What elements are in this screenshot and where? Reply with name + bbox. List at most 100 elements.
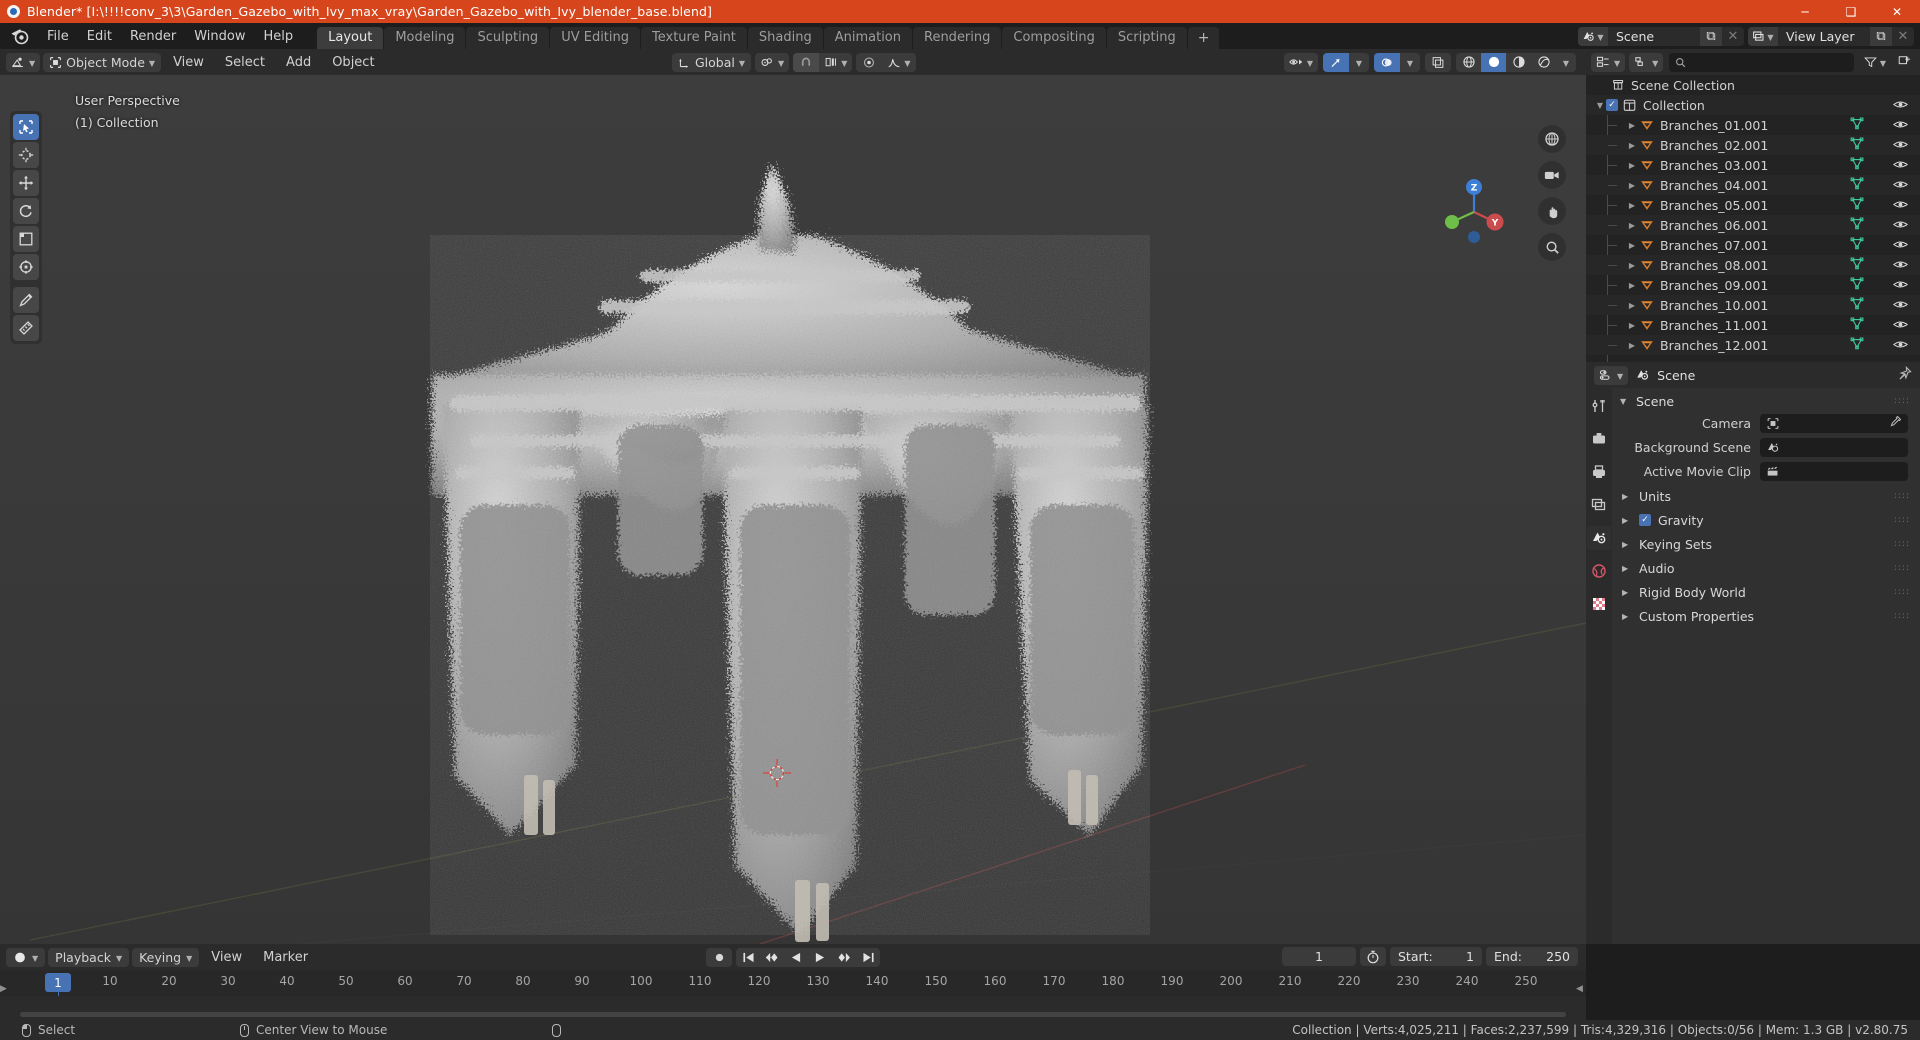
hide-in-viewport-toggle[interactable] [1892, 198, 1909, 213]
outliner-row-branches-06[interactable]: ▶ Branches_06.001 [1586, 215, 1920, 235]
viewport-menu-select[interactable]: Select [216, 53, 274, 72]
view-layer-name[interactable]: View Layer [1778, 29, 1870, 44]
outliner-row-branches-02[interactable]: ▶ Branches_02.001 [1586, 135, 1920, 155]
mesh-data-icon[interactable] [1850, 117, 1864, 133]
playhead[interactable]: 1 [45, 973, 71, 992]
hide-in-viewport-toggle[interactable] [1892, 98, 1909, 113]
select-box-tool[interactable] [13, 114, 39, 140]
outliner-row-collection[interactable]: ▼ ✓ Collection [1586, 95, 1920, 115]
mesh-data-icon[interactable] [1850, 197, 1864, 213]
outliner-search-input[interactable] [1669, 52, 1854, 72]
tab-shading[interactable]: Shading [747, 27, 823, 49]
menu-file[interactable]: File [38, 26, 78, 47]
disclosure-triangle-icon[interactable]: ▶ [1626, 261, 1638, 270]
tab-layout[interactable]: Layout [317, 27, 384, 49]
disclosure-triangle-icon[interactable]: ▶ [1626, 161, 1638, 170]
annotate-tool[interactable] [13, 287, 39, 313]
units-section[interactable]: ▶ Units :::: [1612, 484, 1920, 508]
disclosure-triangle-icon[interactable]: ▼ [1594, 101, 1606, 110]
output-tab[interactable] [1587, 460, 1611, 484]
hide-in-viewport-toggle[interactable] [1892, 258, 1909, 273]
tab-texture-paint[interactable]: Texture Paint [641, 27, 747, 49]
zoom-region-button[interactable] [1538, 125, 1566, 153]
menu-edit[interactable]: Edit [78, 26, 121, 47]
hide-in-viewport-toggle[interactable] [1892, 158, 1909, 173]
eyedropper-icon[interactable] [1889, 415, 1902, 432]
tab-sculpting[interactable]: Sculpting [466, 27, 550, 49]
disclosure-triangle-icon[interactable]: ▶ [1622, 612, 1632, 621]
mesh-data-icon[interactable] [1850, 337, 1864, 353]
interaction-mode-selector[interactable]: Object Mode ▼ [43, 52, 162, 72]
disclosure-triangle-icon[interactable]: ▶ [1626, 321, 1638, 330]
auto-keyframe-button[interactable] [706, 947, 732, 967]
tab-uv-editing[interactable]: UV Editing [550, 27, 641, 49]
visibility-selector[interactable]: ▼ [1283, 52, 1318, 72]
disclosure-triangle-icon[interactable]: ▶ [1622, 564, 1632, 573]
collection-checkbox[interactable]: ✓ [1606, 99, 1618, 111]
transform-orientation-selector[interactable]: Global ▼ [672, 52, 752, 72]
background-scene-field[interactable] [1760, 437, 1908, 457]
minimize-button[interactable]: ─ [1782, 0, 1828, 23]
snap-magnet-toggle[interactable] [793, 52, 820, 72]
zoom-view-button[interactable] [1538, 233, 1566, 261]
frame-end-field[interactable]: End: 250 [1486, 947, 1578, 966]
scene-selector[interactable]: ▼ Scene ⧉ ✕ [1578, 26, 1744, 46]
disclosure-triangle-icon[interactable]: ▶ [1626, 341, 1638, 350]
tool-tab[interactable] [1587, 394, 1611, 418]
disclosure-triangle-icon[interactable]: ▶ [1626, 201, 1638, 210]
jump-to-next-keyframe-button[interactable] [832, 948, 856, 967]
move-tool[interactable] [13, 170, 39, 196]
outliner-row-branches-09[interactable]: ▶ Branches_09.001 [1586, 275, 1920, 295]
view-layer-selector[interactable]: ▼ View Layer ⧉ ✕ [1748, 26, 1914, 46]
outliner-row-branches-03[interactable]: ▶ Branches_03.001 [1586, 155, 1920, 175]
outliner-row-branches-10[interactable]: ▶ Branches_10.001 [1586, 295, 1920, 315]
disclosure-triangle-icon[interactable]: ▶ [1626, 141, 1638, 150]
transform-pivot-selector[interactable]: ▼ [755, 52, 790, 72]
current-frame-field[interactable]: 1 [1282, 947, 1356, 966]
disclosure-triangle-icon[interactable]: ▶ [1622, 588, 1632, 597]
proportional-editing-toggle[interactable] [856, 53, 882, 72]
show-gizmo-toggle[interactable] [1323, 52, 1349, 72]
menu-window[interactable]: Window [185, 26, 254, 47]
tab-animation[interactable]: Animation [823, 27, 912, 49]
mesh-data-icon[interactable] [1850, 297, 1864, 313]
transform-tool[interactable] [13, 254, 39, 280]
disclosure-triangle-icon[interactable]: ▶ [1626, 281, 1638, 290]
disclosure-triangle-icon[interactable]: ▶ [1626, 301, 1638, 310]
timeline-menu-view[interactable]: View [202, 948, 251, 967]
3d-viewport[interactable]: ▼ Object Mode ▼ View Select Add Object G… [0, 49, 1586, 944]
camera-view-button[interactable] [1538, 161, 1566, 189]
viewport-menu-add[interactable]: Add [277, 53, 320, 72]
disclosure-triangle-icon[interactable]: ▼ [1620, 397, 1630, 406]
hide-in-viewport-toggle[interactable] [1892, 138, 1909, 153]
hide-in-viewport-toggle[interactable] [1892, 178, 1909, 193]
outliner-row-branches-12[interactable]: ▶ Branches_12.001 [1586, 335, 1920, 355]
unlink-scene-button[interactable]: ✕ [1722, 26, 1744, 46]
shading-material-preview-button[interactable] [1506, 53, 1531, 72]
hide-in-viewport-toggle[interactable] [1892, 298, 1909, 313]
tab-compositing[interactable]: Compositing [1002, 27, 1106, 49]
scene-name[interactable]: Scene [1608, 29, 1700, 44]
outliner-editor-type-selector[interactable]: ▼ [1591, 52, 1626, 72]
mesh-data-icon[interactable] [1850, 257, 1864, 273]
pan-view-button[interactable] [1538, 197, 1566, 225]
menu-render[interactable]: Render [121, 26, 185, 47]
viewport-canvas[interactable]: User Perspective (1) Collection Z Y [0, 75, 1586, 944]
measure-tool[interactable] [13, 315, 39, 341]
cursor-tool[interactable] [13, 142, 39, 168]
outliner-row-branches-01[interactable]: ▶ Branches_01.001 [1586, 115, 1920, 135]
properties-editor[interactable]: ▼ Scene ▼ Scene:::: Camera Background S… [1586, 362, 1920, 944]
gravity-section[interactable]: ▶ ✓ Gravity :::: [1612, 508, 1920, 532]
show-overlays-toggle[interactable] [1374, 52, 1400, 72]
mesh-data-icon[interactable] [1850, 157, 1864, 173]
timeline-expand-arrow-icon[interactable]: ▶ [0, 982, 8, 996]
outliner-row-branches-07[interactable]: ▶ Branches_07.001 [1586, 235, 1920, 255]
play-button[interactable] [808, 948, 832, 967]
hide-in-viewport-toggle[interactable] [1892, 318, 1909, 333]
remove-view-layer-button[interactable]: ✕ [1892, 26, 1914, 46]
outliner-row-branches-11[interactable]: ▶ Branches_11.001 [1586, 315, 1920, 335]
shading-solid-button[interactable] [1481, 52, 1506, 72]
timeline-body[interactable] [0, 996, 1586, 1020]
view-layer-tab[interactable] [1587, 493, 1611, 517]
timeline-editor-type-selector[interactable]: ▼ [6, 947, 46, 967]
